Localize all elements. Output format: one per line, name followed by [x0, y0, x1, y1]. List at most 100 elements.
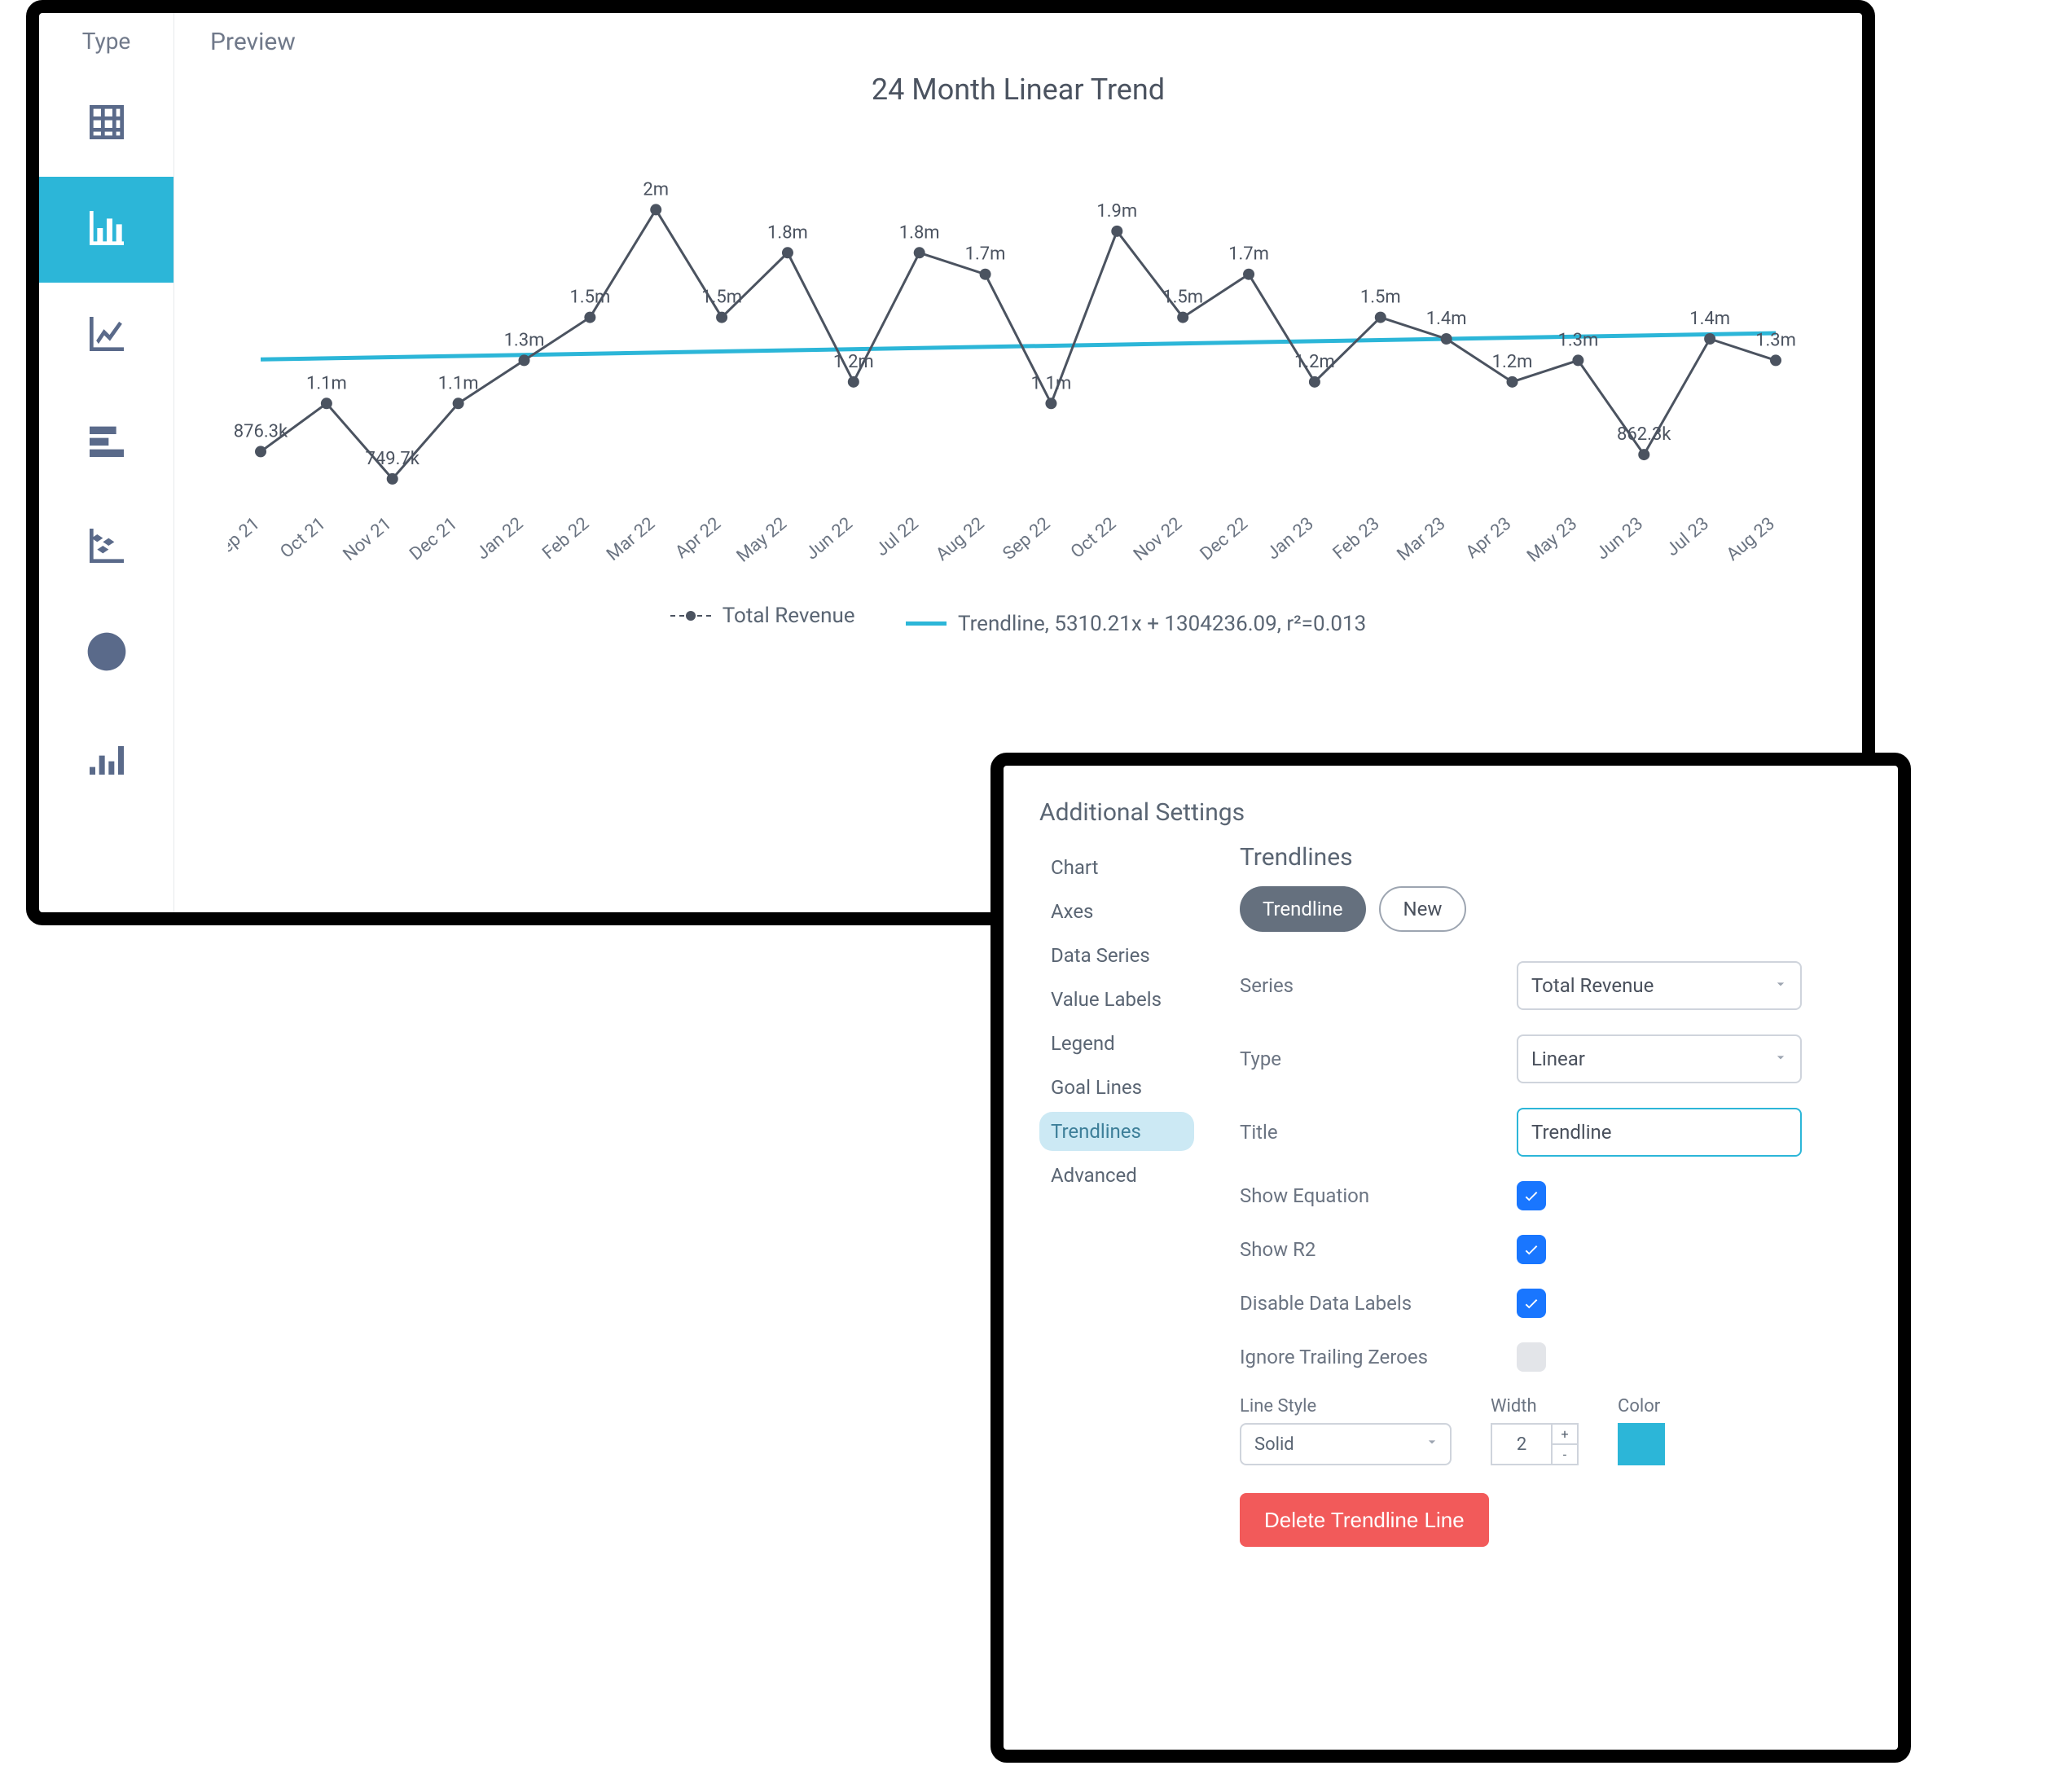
- new-pill[interactable]: New: [1379, 886, 1467, 932]
- svg-text:Jul 23: Jul 23: [1662, 513, 1713, 560]
- show-r2-checkbox[interactable]: [1517, 1235, 1546, 1264]
- svg-text:Jan 22: Jan 22: [472, 513, 527, 564]
- width-value: 2: [1491, 1423, 1551, 1465]
- chevron-down-icon: [1424, 1434, 1440, 1455]
- svg-text:Jun 23: Jun 23: [1592, 513, 1647, 564]
- type-select-value: Linear: [1531, 1048, 1585, 1070]
- svg-text:1.3m: 1.3m: [1755, 330, 1796, 350]
- settings-nav-goal-lines[interactable]: Goal Lines: [1039, 1068, 1194, 1107]
- svg-text:Dec 21: Dec 21: [406, 513, 461, 564]
- svg-text:1.3m: 1.3m: [1557, 330, 1598, 350]
- svg-text:1.5m: 1.5m: [1162, 288, 1203, 308]
- svg-text:1.1m: 1.1m: [1031, 373, 1072, 393]
- settings-nav: Chart Axes Data Series Value Labels Legend Go…: [1039, 843, 1194, 1547]
- trendline-pill[interactable]: Trendline: [1240, 886, 1366, 932]
- color-label: Color: [1618, 1396, 1665, 1416]
- series-marker-icon: [670, 606, 711, 626]
- svg-text:1.4m: 1.4m: [1426, 309, 1467, 329]
- svg-text:1.5m: 1.5m: [1360, 288, 1401, 308]
- bar-chart-icon: [84, 205, 130, 254]
- type-waterfall[interactable]: [39, 706, 173, 812]
- svg-text:Apr 23: Apr 23: [1462, 513, 1515, 563]
- line-chart-icon: [84, 311, 130, 360]
- section-title: Trendlines: [1240, 843, 1862, 872]
- svg-text:1.8m: 1.8m: [899, 222, 940, 243]
- svg-text:Feb 23: Feb 23: [1329, 513, 1384, 564]
- line-style-select[interactable]: Solid: [1240, 1423, 1452, 1465]
- title-input-value: Trendline: [1531, 1121, 1612, 1144]
- settings-content: Trendlines Trendline New Series Total Re…: [1240, 843, 1862, 1547]
- chart-legend: Total Revenue Trendline, 5310.21x + 1304…: [207, 604, 1829, 636]
- svg-text:Aug 22: Aug 22: [933, 513, 989, 564]
- waterfall-chart-icon: [84, 735, 130, 784]
- pie-chart-icon: [84, 629, 130, 678]
- svg-text:1.5m: 1.5m: [569, 288, 610, 308]
- settings-nav-trendlines[interactable]: Trendlines: [1039, 1112, 1194, 1151]
- show-r2-label: Show R2: [1240, 1238, 1517, 1261]
- settings-nav-value-labels[interactable]: Value Labels: [1039, 980, 1194, 1019]
- width-decrement[interactable]: -: [1553, 1445, 1577, 1464]
- type-line[interactable]: [39, 283, 173, 389]
- svg-text:Jan 23: Jan 23: [1263, 513, 1318, 564]
- width-stepper[interactable]: 2 + -: [1491, 1423, 1579, 1465]
- settings-nav-legend[interactable]: Legend: [1039, 1024, 1194, 1063]
- svg-text:Jul 22: Jul 22: [872, 513, 923, 560]
- table-icon: [84, 99, 130, 148]
- title-input[interactable]: Trendline: [1517, 1108, 1802, 1157]
- color-swatch[interactable]: [1618, 1423, 1665, 1465]
- type-pie[interactable]: [39, 600, 173, 706]
- legend-trend-label: Trendline, 5310.21x + 1304236.09, r²=0.0…: [958, 612, 1366, 636]
- trendline-pill-label: Trendline: [1263, 898, 1343, 920]
- svg-text:Nov 22: Nov 22: [1130, 513, 1186, 564]
- svg-text:May 23: May 23: [1523, 513, 1581, 566]
- line-style-value: Solid: [1254, 1434, 1294, 1455]
- svg-text:1.9m: 1.9m: [1096, 201, 1137, 222]
- settings-nav-axes[interactable]: Axes: [1039, 892, 1194, 931]
- legend-series: Total Revenue: [670, 604, 855, 628]
- svg-text:1.7m: 1.7m: [965, 244, 1006, 265]
- title-label: Title: [1240, 1121, 1517, 1144]
- svg-text:Dec 22: Dec 22: [1197, 513, 1252, 564]
- settings-nav-chart[interactable]: Chart: [1039, 848, 1194, 887]
- delete-trendline-button[interactable]: Delete Trendline Line: [1240, 1493, 1489, 1547]
- settings-nav-advanced[interactable]: Advanced: [1039, 1156, 1194, 1195]
- svg-text:2m: 2m: [643, 179, 669, 200]
- show-equation-checkbox[interactable]: [1517, 1181, 1546, 1210]
- svg-text:749.7k: 749.7k: [366, 449, 420, 469]
- svg-text:1.2m: 1.2m: [1294, 352, 1335, 372]
- svg-text:Nov 21: Nov 21: [340, 513, 396, 564]
- type-hex[interactable]: [39, 494, 173, 600]
- svg-text:1.2m: 1.2m: [833, 352, 874, 372]
- svg-text:Apr 22: Apr 22: [672, 513, 725, 563]
- type-hbar[interactable]: [39, 389, 173, 494]
- svg-text:1.5m: 1.5m: [701, 288, 742, 308]
- type-table[interactable]: [39, 71, 173, 177]
- svg-text:862.3k: 862.3k: [1617, 424, 1671, 445]
- svg-text:1.2m: 1.2m: [1492, 352, 1533, 372]
- width-increment[interactable]: +: [1553, 1425, 1577, 1445]
- svg-text:Mar 22: Mar 22: [603, 513, 659, 564]
- svg-text:1.7m: 1.7m: [1228, 244, 1269, 265]
- type-label: Type: [1240, 1048, 1517, 1070]
- disable-datalabels-checkbox[interactable]: [1517, 1289, 1546, 1318]
- svg-text:Sep 21: Sep 21: [228, 513, 264, 564]
- sidebar-title: Type: [39, 28, 173, 55]
- svg-text:Feb 22: Feb 22: [538, 513, 593, 564]
- type-select[interactable]: Linear: [1517, 1034, 1802, 1083]
- ignore-trailing-zeroes-checkbox[interactable]: [1517, 1342, 1546, 1372]
- svg-text:Jun 22: Jun 22: [802, 513, 857, 564]
- series-label: Series: [1240, 974, 1517, 997]
- preview-label: Preview: [210, 28, 1829, 56]
- width-label: Width: [1491, 1396, 1579, 1416]
- svg-text:May 22: May 22: [733, 513, 791, 566]
- series-select[interactable]: Total Revenue: [1517, 961, 1802, 1010]
- svg-text:876.3k: 876.3k: [234, 421, 288, 441]
- svg-text:Sep 22: Sep 22: [999, 513, 1055, 564]
- svg-text:Oct 22: Oct 22: [1067, 513, 1120, 562]
- type-column[interactable]: [39, 177, 173, 283]
- show-equation-label: Show Equation: [1240, 1184, 1517, 1207]
- settings-nav-data-series[interactable]: Data Series: [1039, 936, 1194, 975]
- chart-type-sidebar: Type: [39, 13, 174, 912]
- chevron-down-icon: [1772, 974, 1789, 997]
- trendline-marker-icon: [906, 621, 947, 626]
